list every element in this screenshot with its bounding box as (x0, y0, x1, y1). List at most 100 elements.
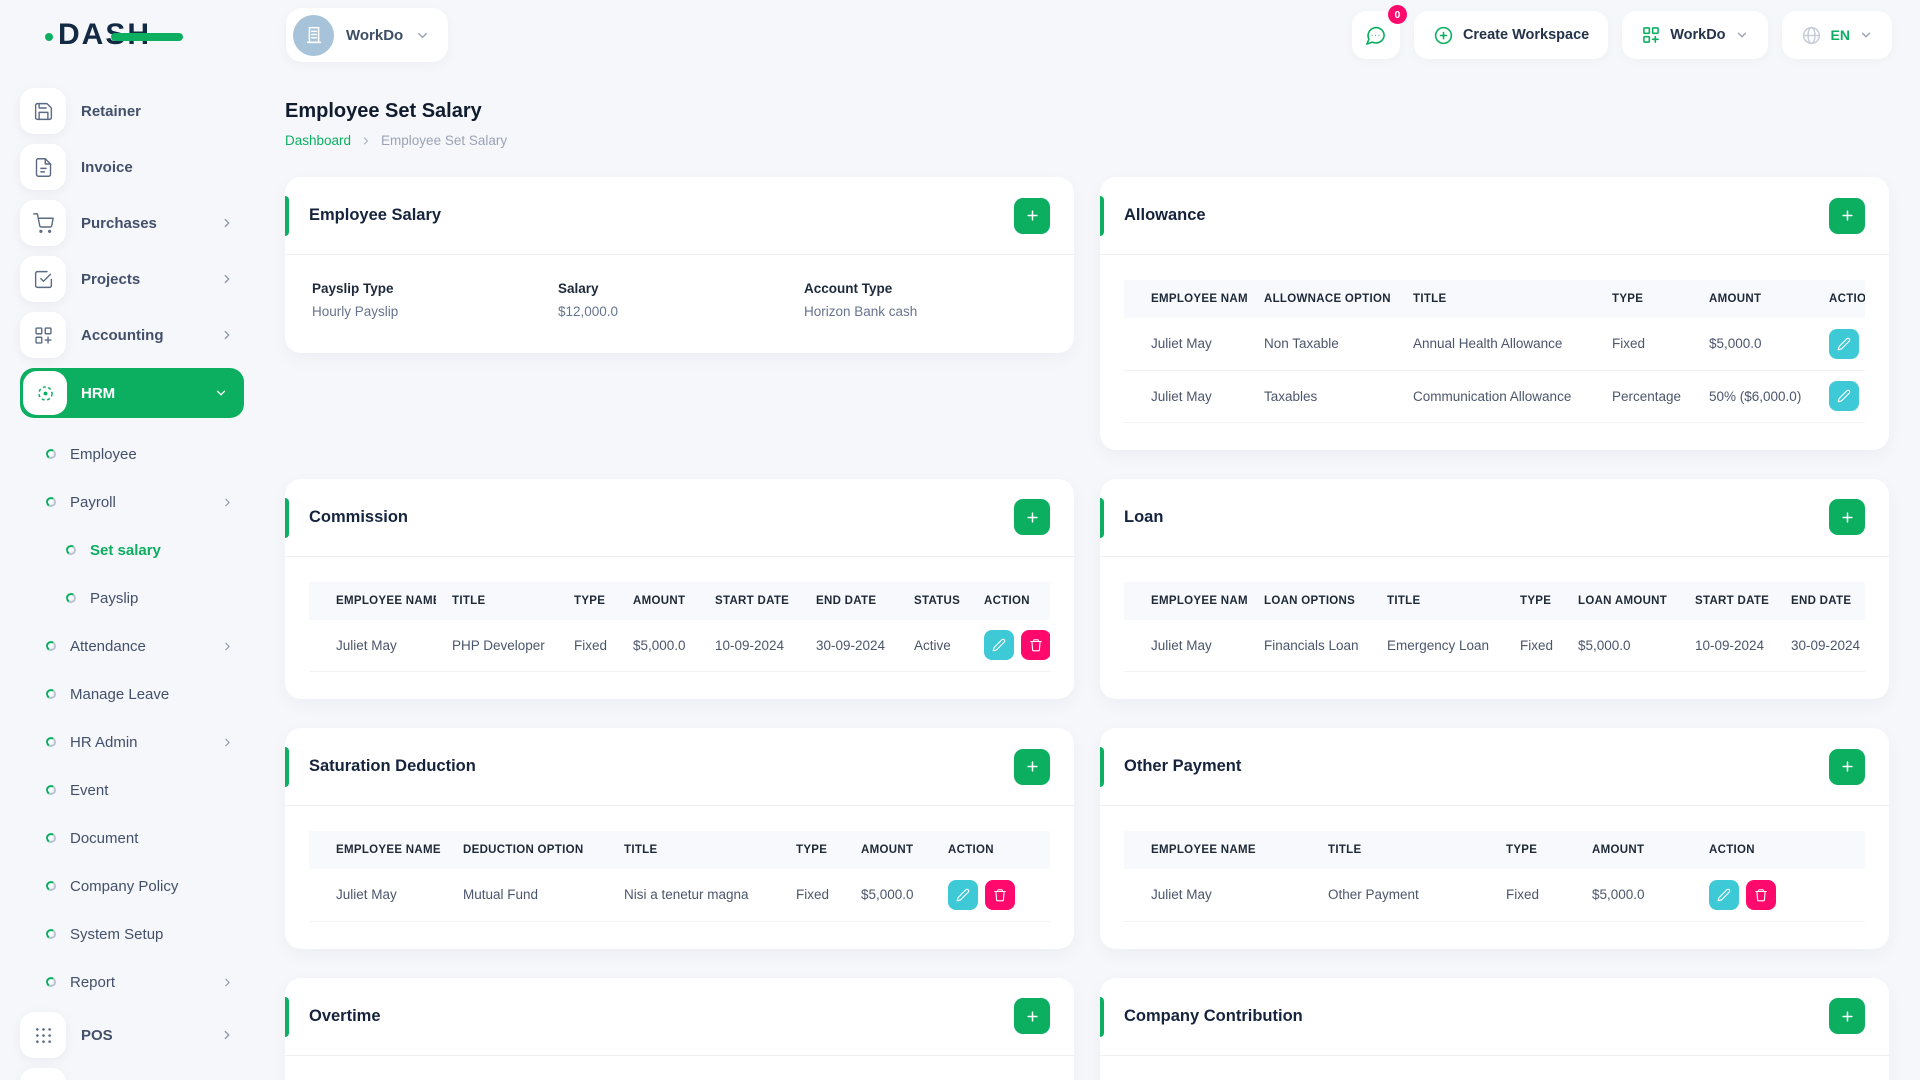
bullet-icon (45, 784, 57, 796)
building-icon (306, 26, 321, 44)
sidebar-item-projects[interactable]: Projects (20, 256, 244, 302)
sidebar-item-event[interactable]: Event (20, 766, 244, 814)
add-button[interactable] (1014, 748, 1050, 785)
add-button[interactable] (1014, 499, 1050, 535)
column-header: Action (1813, 280, 1865, 318)
create-workspace-label: Create Workspace (1462, 27, 1590, 43)
chevron-right-icon (220, 328, 234, 342)
plus-icon (1026, 511, 1038, 523)
chevron-right-icon (221, 736, 234, 749)
sidebar-item-label: Invoice (81, 158, 133, 176)
add-button[interactable] (1014, 197, 1050, 234)
main-content: Employee Set Salary Dashboard Employee S… (256, 70, 1920, 1080)
add-button[interactable] (1829, 748, 1865, 785)
sidebar-item-invoice[interactable]: Invoice (20, 144, 244, 190)
page-title: Employee Set Salary (285, 100, 482, 122)
sidebar-item-retainer[interactable]: Retainer (20, 88, 244, 134)
column-header: Type (780, 831, 845, 869)
sidebar-item-accounting[interactable]: Accounting (20, 312, 244, 358)
chevron-right-icon (221, 976, 234, 989)
table-row: Juliet May PHP Developer Fixed $5,000.0 … (309, 619, 1050, 672)
column-header: Deduction Option (447, 831, 608, 869)
grid-plus-icon (34, 326, 52, 344)
column-header: Status (898, 581, 968, 620)
save-icon (34, 102, 52, 120)
column-header: Amount (845, 831, 932, 869)
edit-button[interactable] (1829, 381, 1859, 411)
column-header: Title (436, 581, 558, 620)
card-title: Commission (309, 507, 409, 526)
bullet-icon (45, 976, 57, 988)
sidebar-item-payroll[interactable]: Payroll (20, 478, 244, 526)
add-button[interactable] (1829, 197, 1865, 234)
sidebar-item-document[interactable]: Document (20, 814, 244, 862)
sidebar-item-payslip[interactable]: Payslip (20, 574, 244, 622)
edit-button[interactable] (1829, 328, 1859, 359)
messages-badge: 0 (1387, 5, 1407, 24)
bullet-icon (45, 736, 57, 748)
add-button[interactable] (1829, 499, 1865, 535)
sidebar-item-pos[interactable]: POS (20, 1012, 244, 1058)
plus-icon (1841, 761, 1853, 772)
sidebar-item-purchases[interactable]: Purchases (20, 200, 244, 246)
sidebar-item-report[interactable]: Report (20, 958, 244, 1006)
edit-button[interactable] (1709, 879, 1739, 910)
other-payment-table: Employee Name Title Type Amount Action J… (1124, 831, 1865, 922)
add-button[interactable] (1014, 998, 1050, 1034)
table-row: Juliet May Non Taxable Annual Health All… (1124, 318, 1865, 371)
sidebar-item-hrm[interactable]: HRM (20, 368, 244, 418)
sidebar-item-employee[interactable]: Employee (20, 430, 244, 478)
trash-icon (994, 888, 1006, 902)
delete-button[interactable] (985, 879, 1015, 910)
workspace-selector[interactable]: WorkDo (286, 8, 449, 62)
sidebar-item-manage-leave[interactable]: Manage Leave (20, 670, 244, 718)
sidebar-item-set-salary[interactable]: Set salary (20, 526, 244, 574)
chevron-right-icon (220, 272, 234, 286)
chevron-right-icon (360, 135, 372, 147)
column-header: Type (1596, 280, 1693, 318)
delete-button[interactable] (1746, 879, 1776, 910)
messages-button[interactable]: 0 (1351, 5, 1407, 59)
sidebar-item-company-policy[interactable]: Company Policy (20, 862, 244, 910)
create-workspace-button[interactable]: Create Workspace (1413, 11, 1609, 59)
sidebar-item-crm[interactable]: CRM (20, 1068, 244, 1080)
sidebar-item-label: Projects (81, 270, 141, 288)
overtime-card: Overtime (285, 977, 1074, 1080)
chevron-right-icon (221, 640, 234, 653)
field-salary: Salary $12,000.0 (558, 281, 619, 319)
sidebar-item-system-setup[interactable]: System Setup (20, 910, 244, 958)
language-selector[interactable]: EN (1781, 11, 1892, 59)
card-title: Saturation Deduction (309, 757, 476, 775)
breadcrumb-dashboard-link[interactable]: Dashboard (285, 133, 351, 148)
commission-card: Commission Employee Name Title Type Amou… (285, 478, 1074, 699)
top-bar: DASH WorkDo 0 Create Workspace WorkDo EN (0, 0, 1920, 70)
chevron-down-icon (214, 386, 228, 400)
plus-icon (1026, 210, 1038, 221)
workdo-menu-button[interactable]: WorkDo (1622, 11, 1768, 59)
sidebar-item-label: POS (81, 1026, 113, 1044)
globe-icon (1801, 25, 1822, 46)
column-header: Type (1504, 581, 1562, 620)
edit-button[interactable] (984, 630, 1014, 661)
card-title: Employee Salary (309, 206, 442, 224)
breadcrumb-current: Employee Set Salary (381, 133, 508, 148)
dots-grid-icon (35, 1027, 51, 1043)
file-text-icon (35, 157, 51, 177)
column-header: Loan Options (1248, 581, 1371, 620)
commission-table: Employee Name Title Type Amount Start Da… (309, 581, 1050, 672)
sidebar: Retainer Invoice Purchases Projects Acco… (0, 70, 256, 1080)
bullet-icon (45, 688, 57, 700)
edit-button[interactable] (948, 879, 978, 910)
breadcrumb: Dashboard Employee Set Salary (285, 133, 1889, 148)
sidebar-item-attendance[interactable]: Attendance (20, 622, 244, 670)
pencil-icon (1837, 337, 1851, 351)
hrm-icon (37, 385, 53, 401)
add-button[interactable] (1829, 998, 1865, 1034)
bullet-icon (45, 832, 57, 844)
sidebar-item-hr-admin[interactable]: HR Admin (20, 718, 244, 766)
bullet-icon (45, 880, 57, 892)
delete-button[interactable] (1021, 630, 1050, 661)
bullet-icon (45, 496, 57, 508)
chevron-right-icon (220, 1028, 234, 1042)
workspace-name: WorkDo (346, 26, 404, 44)
